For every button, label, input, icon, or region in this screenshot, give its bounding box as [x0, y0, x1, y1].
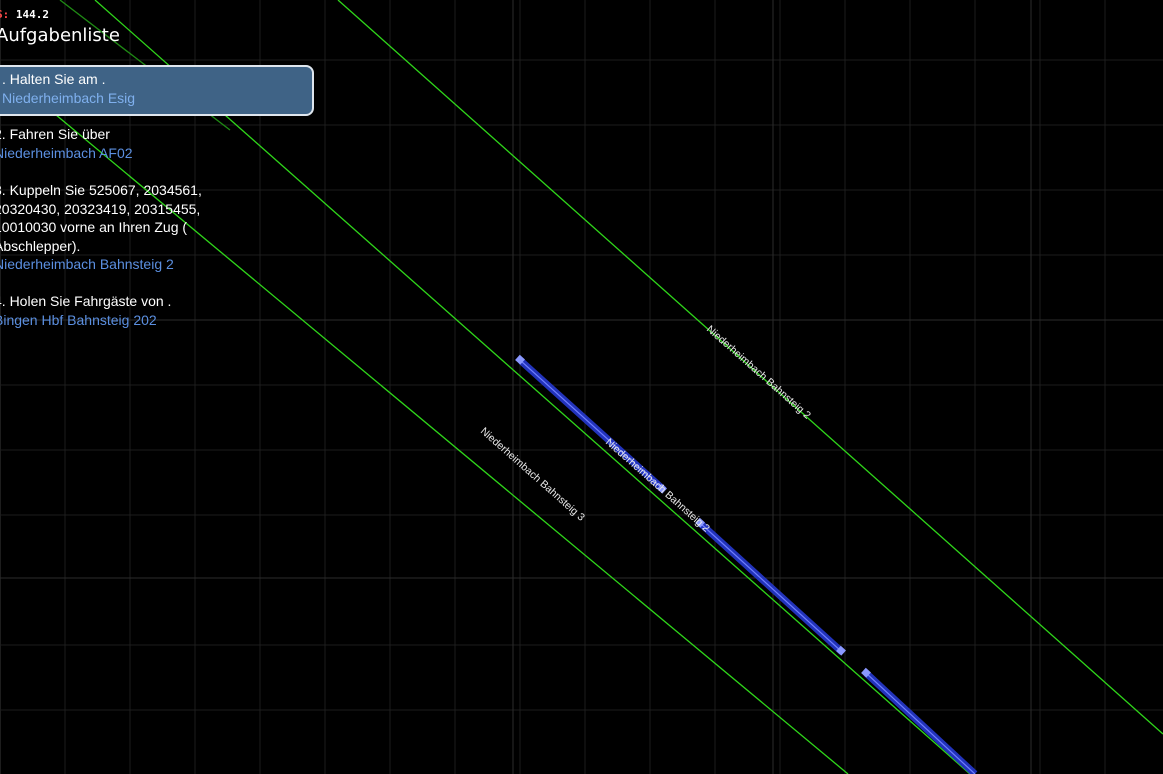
task-text: . Halten Sie am .	[2, 71, 106, 87]
track-label: Niederheimbach Bahnsteig 2	[704, 323, 813, 421]
task-text: 4. Holen Sie Fahrgäste von .	[0, 293, 172, 309]
track-label: Niederheimbach Bahnsteig 3	[478, 425, 587, 523]
fps-label: S:	[0, 8, 10, 21]
tasklist-title: Aufgabenliste	[0, 25, 120, 46]
task-target-link[interactable]: Niederheimbach Bahnsteig 2	[0, 255, 254, 274]
task-text: 3. Kuppeln Sie 525067, 2034561, 20320430…	[0, 182, 202, 254]
task-text: 2. Fahren Sie über	[0, 126, 110, 142]
task-target-link[interactable]: Bingen Hbf Bahnsteig 202	[0, 311, 171, 330]
task-target-link[interactable]: Niederheimbach AF02	[0, 144, 133, 163]
task-target-link[interactable]: Niederheimbach Esig	[2, 89, 312, 108]
train[interactable]	[515, 354, 978, 774]
task-item-active[interactable]: . Halten Sie am . Niederheimbach Esig	[0, 65, 314, 116]
fps-value: 144.2	[15, 8, 49, 21]
track-label: Niederheimbach Bahnsteig 2	[603, 436, 712, 534]
task-item[interactable]: 2. Fahren Sie über Niederheimbach AF02	[0, 125, 133, 162]
fps-counter: S: 144.2	[0, 8, 49, 21]
task-panel: S: 144.2 Aufgabenliste . Halten Sie am .…	[0, 0, 340, 360]
task-item[interactable]: 4. Holen Sie Fahrgäste von . Bingen Hbf …	[0, 292, 171, 329]
task-item[interactable]: 3. Kuppeln Sie 525067, 2034561, 20320430…	[0, 181, 254, 274]
